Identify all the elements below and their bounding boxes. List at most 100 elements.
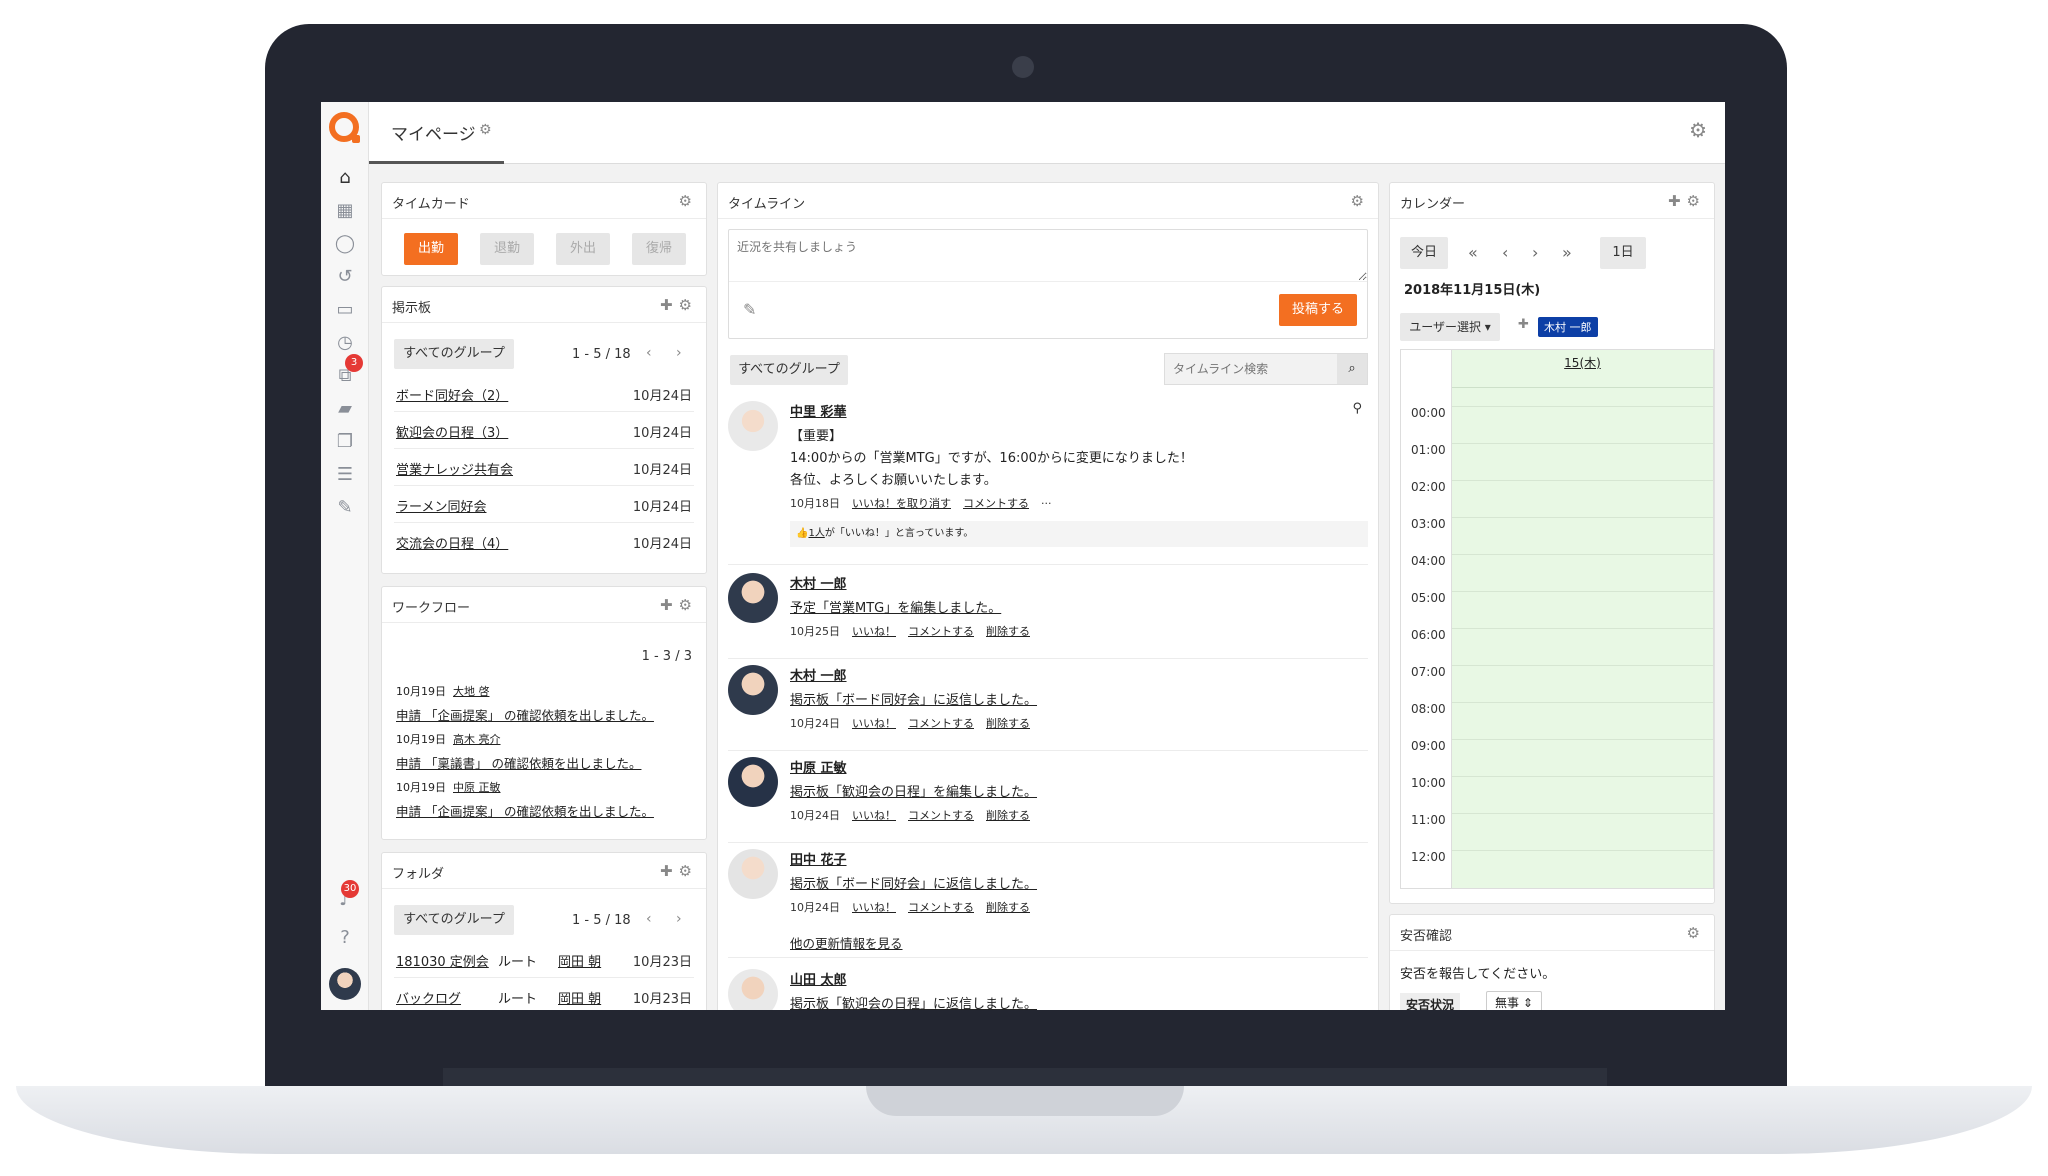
timeline-entry: 木村 一郎 掲示板「ボード同好会」に返信しました。 10月24日 いいね！ コメント… <box>728 665 1368 751</box>
page-title: マイページ <box>391 125 476 145</box>
avatar[interactable] <box>728 665 778 715</box>
board-pager: 1 - 5 / 18 <box>572 347 631 362</box>
timeline-title: タイムライン <box>728 197 806 212</box>
clock-icon[interactable]: ◷ <box>333 331 357 355</box>
laptop-hinge <box>443 1068 1607 1086</box>
post-button[interactable]: 投稿する <box>1279 294 1357 326</box>
timeline-entry: 中原 正敏 掲示板「歓迎会の日程」を編集しました。 10月24日 いいね！ コメント… <box>728 757 1368 843</box>
go-out-button[interactable]: 外出 <box>556 233 610 265</box>
help-icon[interactable]: ? <box>333 926 357 950</box>
chevron-left-icon[interactable]: ‹ <box>646 345 652 361</box>
avatar[interactable] <box>728 969 778 1010</box>
folder-icon[interactable]: ▰ <box>333 397 357 421</box>
board-row[interactable]: ボード同好会（2） 10月24日 <box>394 375 694 412</box>
hour-line <box>1452 665 1713 666</box>
post-composer: ✎ 投稿する <box>728 229 1368 339</box>
add-user-icon[interactable]: ✚ <box>1518 317 1529 332</box>
board-row[interactable]: 営業ナレッジ共有会 10月24日 <box>394 449 694 486</box>
day-header[interactable]: 15(木) <box>1452 350 1713 388</box>
entry-meta: 10月18日 いいね！を取り消す コメントする ··· <box>790 497 1052 510</box>
hour-line <box>1452 813 1713 814</box>
safety-gear-icon[interactable]: ⚙ <box>1687 924 1706 942</box>
workflow-pager: 1 - 3 / 3 <box>641 649 692 664</box>
calendar-widget: カレンダー ✚⚙ 今日 « ‹ › » 1日 2018年11月15日(木) ユーザ… <box>1389 182 1715 904</box>
clipboard-icon[interactable]: ▭ <box>333 298 357 322</box>
safety-widget: 安否確認 ⚙ 安否を報告してください。 安否状況 無事 ⇕ <box>1389 914 1715 1010</box>
folder-tools[interactable]: ✚⚙ <box>660 862 698 880</box>
timeline-entry: 田中 花子 掲示板「ボード同好会」に返信しました。 10月24日 いいね！ コメント… <box>728 849 1368 935</box>
return-button[interactable]: 復帰 <box>632 233 686 265</box>
workflow-widget: ワークフロー ✚⚙ 1 - 3 / 3 10月19日 大地 啓 申請 「企画提案」… <box>381 586 707 840</box>
chevron-left-icon[interactable]: ‹ <box>1502 243 1508 262</box>
today-button[interactable]: 今日 <box>1400 237 1448 269</box>
timeline-gear-icon[interactable]: ⚙ <box>1351 192 1370 210</box>
timeline-search-input[interactable] <box>1165 354 1337 384</box>
calendar-date: 2018年11月15日(木) <box>1404 283 1541 298</box>
avatar[interactable] <box>728 401 778 451</box>
page-settings-gear-icon[interactable]: ⚙ <box>479 122 492 138</box>
edit-icon[interactable]: ✎ <box>333 496 357 520</box>
avatar[interactable] <box>728 757 778 807</box>
active-tab-indicator <box>369 161 504 164</box>
folder-row[interactable]: バックログ ルート 岡田 朝 10月23日 <box>394 978 694 1010</box>
board-widget: 掲示板 ✚⚙ すべてのグループ 1 - 5 / 18 ‹ › ボード同好会（2） 1… <box>381 286 707 574</box>
post-input[interactable] <box>729 230 1367 282</box>
clock-in-button[interactable]: 出勤 <box>404 233 458 265</box>
workflow-tools[interactable]: ✚⚙ <box>660 596 698 614</box>
checklist-icon[interactable]: ☰ <box>333 463 357 487</box>
history-icon[interactable]: ↺ <box>333 265 357 289</box>
board-group-filter[interactable]: すべてのグループ <box>394 339 514 369</box>
day-grid: 15(木) 00:00 01:00 02:00 03:00 04:00 05:0… <box>1400 349 1714 889</box>
attach-icon[interactable]: ✎ <box>743 300 756 319</box>
folder-row[interactable]: 181030 定例会 ルート 岡田 朝 10月23日 <box>394 941 694 978</box>
timecard-title: タイムカード <box>392 197 470 212</box>
safety-status-label: 安否状況 <box>1400 993 1461 1010</box>
double-chevron-left-icon[interactable]: « <box>1468 243 1478 262</box>
divider <box>728 957 1368 958</box>
workflow-item: 10月19日 大地 啓 申請 「企画提案」 の確認依頼を出しました。 <box>396 685 654 723</box>
calendar-tools[interactable]: ✚⚙ <box>1668 192 1706 210</box>
avatar[interactable] <box>728 573 778 623</box>
chevron-right-icon[interactable]: › <box>676 911 682 927</box>
board-row[interactable]: 歓迎会の日程（3） 10月24日 <box>394 412 694 449</box>
folder-widget: フォルダ ✚⚙ すべてのグループ 1 - 5 / 18 ‹ › 181030 定例… <box>381 852 707 1010</box>
timecard-widget: タイムカード ⚙ 出勤 退勤 外出 復帰 <box>381 182 707 276</box>
day-column[interactable]: 15(木) <box>1451 350 1713 888</box>
global-settings-gear-icon[interactable]: ⚙ <box>1689 118 1707 142</box>
timeline-group-filter[interactable]: すべてのグループ <box>730 355 848 385</box>
hour-line <box>1452 702 1713 703</box>
board-row[interactable]: ラーメン同好会 10月24日 <box>394 486 694 523</box>
chevron-left-icon[interactable]: ‹ <box>646 911 652 927</box>
copy-icon[interactable]: ❐ <box>333 430 357 454</box>
safety-status-select[interactable]: 無事 ⇕ <box>1486 991 1542 1010</box>
chevron-right-icon[interactable]: › <box>1532 243 1538 262</box>
safety-title: 安否確認 <box>1400 929 1453 944</box>
timecard-gear-icon[interactable]: ⚙ <box>679 192 698 210</box>
more-icon[interactable]: ··· <box>1041 497 1052 510</box>
clock-out-button[interactable]: 退勤 <box>480 233 534 265</box>
search-icon[interactable]: ⌕ <box>1337 354 1367 384</box>
folder-group-filter[interactable]: すべてのグループ <box>394 905 514 935</box>
page-header: マイページ ⚙ ⚙ <box>369 102 1725 164</box>
board-row[interactable]: 交流会の日程（4） 10月24日 <box>394 523 694 560</box>
double-chevron-right-icon[interactable]: » <box>1562 243 1572 262</box>
user-select-dropdown[interactable]: ユーザー選択 ▾ <box>1400 313 1500 341</box>
app-logo[interactable] <box>329 112 360 143</box>
more-updates-link[interactable]: 他の更新情報を見る <box>790 933 903 952</box>
user-avatar[interactable] <box>329 968 361 1000</box>
chevron-right-icon[interactable]: › <box>676 345 682 361</box>
board-tools[interactable]: ✚⚙ <box>660 296 698 314</box>
hour-line <box>1452 776 1713 777</box>
user-tag[interactable]: 木村 一郎 <box>1538 317 1598 337</box>
chat-icon[interactable]: ◯ <box>333 232 357 256</box>
likes-summary: 👍1人が「いいね！」と言っています。 <box>790 521 1368 547</box>
notification-badge: 30 <box>341 880 359 898</box>
camera-dot <box>1012 56 1034 78</box>
view-select-button[interactable]: 1日 <box>1600 237 1646 269</box>
avatar[interactable] <box>728 849 778 899</box>
pin-icon[interactable]: ⚲ <box>1352 401 1362 416</box>
timeline-entry: 木村 一郎 予定「営業MTG」を編集しました。 10月25日 いいね！ コメントする… <box>728 573 1368 659</box>
timeline-entry: 山田 太郎 掲示板「歓迎会の日程」に返信しました。 <box>728 969 1368 1010</box>
home-icon[interactable]: ⌂ <box>333 166 357 190</box>
calendar-icon[interactable]: ▦ <box>333 199 357 223</box>
